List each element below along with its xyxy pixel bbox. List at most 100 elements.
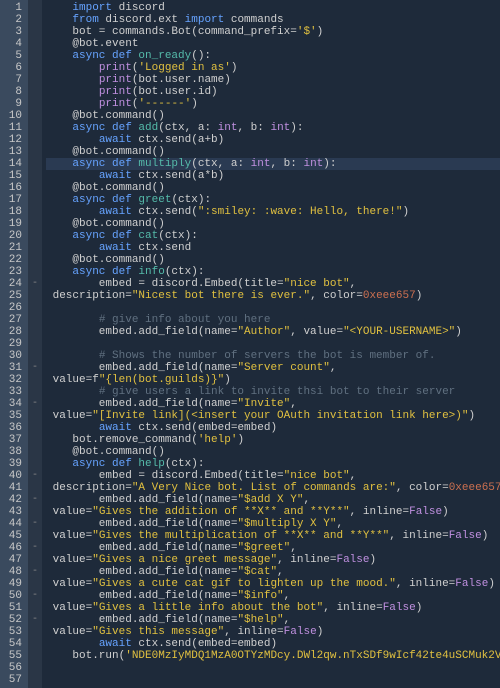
code-line[interactable]: await ctx.send(a+b) xyxy=(46,134,500,146)
code-line[interactable]: description="Nicest bot there is ever.",… xyxy=(46,290,500,302)
fold-marker xyxy=(28,578,42,590)
code-line[interactable]: value="Gives the addition of **X** and *… xyxy=(46,506,500,518)
fold-marker xyxy=(28,662,42,674)
fold-marker[interactable]: - xyxy=(28,494,42,506)
code-line[interactable]: value="Gives a nice greet message", inli… xyxy=(46,554,500,566)
code-line[interactable]: bot = commands.Bot(command_prefix='$') xyxy=(46,26,500,38)
fold-marker xyxy=(28,230,42,242)
line-number: 37 xyxy=(0,434,22,446)
code-line[interactable] xyxy=(46,302,500,314)
line-number: 12 xyxy=(0,134,22,146)
code-line[interactable]: # Shows the number of servers the bot is… xyxy=(46,350,500,362)
fold-marker[interactable]: - xyxy=(28,398,42,410)
fold-marker xyxy=(28,326,42,338)
fold-marker xyxy=(28,506,42,518)
code-line[interactable]: await ctx.send(a*b) xyxy=(46,170,500,182)
code-line[interactable]: async def greet(ctx): xyxy=(46,194,500,206)
line-number: 48 xyxy=(0,566,22,578)
code-line[interactable]: import discord xyxy=(46,2,500,14)
code-line[interactable]: @bot.command() xyxy=(46,182,500,194)
code-line[interactable]: @bot.command() xyxy=(46,254,500,266)
line-number: 36 xyxy=(0,422,22,434)
code-line[interactable]: async def info(ctx): xyxy=(46,266,500,278)
code-line[interactable]: embed = discord.Embed(title="nice bot", xyxy=(46,278,500,290)
line-number: 32 xyxy=(0,374,22,386)
code-line[interactable]: embed.add_field(name="Server count", xyxy=(46,362,500,374)
fold-marker[interactable]: - xyxy=(28,362,42,374)
code-line[interactable]: from discord.ext import commands xyxy=(46,14,500,26)
code-line[interactable]: await ctx.send(embed=embed) xyxy=(46,422,500,434)
line-number: 1 xyxy=(0,2,22,14)
code-line[interactable]: @bot.event xyxy=(46,38,500,50)
code-line[interactable]: value="Gives a little info about the bot… xyxy=(46,602,500,614)
fold-marker[interactable]: - xyxy=(28,518,42,530)
line-number: 23 xyxy=(0,266,22,278)
line-number: 9 xyxy=(0,98,22,110)
code-line[interactable]: async def multiply(ctx, a: int, b: int): xyxy=(46,158,500,170)
code-line[interactable]: async def help(ctx): xyxy=(46,458,500,470)
fold-marker xyxy=(28,626,42,638)
code-line[interactable]: @bot.command() xyxy=(46,446,500,458)
code-line[interactable]: value="Gives this message", inline=False… xyxy=(46,626,500,638)
code-line[interactable]: embed = discord.Embed(title="nice bot", xyxy=(46,470,500,482)
fold-marker[interactable]: - xyxy=(28,590,42,602)
code-line[interactable]: bot.run('NDE0MzIyMDQ1MzA0OTYzMDcy.DWl2qw… xyxy=(46,650,500,662)
code-line[interactable]: embed.add_field(name="$info", xyxy=(46,590,500,602)
code-line[interactable]: async def on_ready(): xyxy=(46,50,500,62)
code-line[interactable]: async def add(ctx, a: int, b: int): xyxy=(46,122,500,134)
line-number: 41 xyxy=(0,482,22,494)
code-line[interactable]: # give info about you here xyxy=(46,314,500,326)
fold-marker[interactable]: - xyxy=(28,566,42,578)
fold-marker[interactable]: - xyxy=(28,614,42,626)
code-line[interactable]: embed.add_field(name="$add X Y", xyxy=(46,494,500,506)
code-line[interactable]: @bot.command() xyxy=(46,110,500,122)
code-line[interactable]: await ctx.send(embed=embed) xyxy=(46,638,500,650)
fold-marker xyxy=(28,410,42,422)
line-number: 22 xyxy=(0,254,22,266)
code-line[interactable]: print(bot.user.name) xyxy=(46,74,500,86)
line-number: 5 xyxy=(0,50,22,62)
code-line[interactable]: description="A Very Nice bot. List of co… xyxy=(46,482,500,494)
code-line[interactable] xyxy=(46,338,500,350)
fold-marker[interactable]: - xyxy=(28,278,42,290)
fold-marker xyxy=(28,266,42,278)
line-number: 46 xyxy=(0,542,22,554)
code-line[interactable]: @bot.command() xyxy=(46,218,500,230)
code-line[interactable]: print('Logged in as') xyxy=(46,62,500,74)
code-area[interactable]: import discord from discord.ext import c… xyxy=(42,0,500,688)
code-line[interactable]: value=f"{len(bot.guilds)}") xyxy=(46,374,500,386)
code-line[interactable]: embed.add_field(name="Author", value="<Y… xyxy=(46,326,500,338)
code-line[interactable] xyxy=(46,674,500,686)
fold-marker[interactable]: - xyxy=(28,542,42,554)
line-number: 26 xyxy=(0,302,22,314)
fold-marker[interactable]: - xyxy=(28,470,42,482)
fold-gutter[interactable]: - - - - - - - - - - xyxy=(28,0,42,688)
code-line[interactable]: await ctx.send(":smiley: :wave: Hello, t… xyxy=(46,206,500,218)
line-number: 19 xyxy=(0,218,22,230)
code-line[interactable]: embed.add_field(name="$multiply X Y", xyxy=(46,518,500,530)
code-line[interactable]: embed.add_field(name="$greet", xyxy=(46,542,500,554)
code-line[interactable]: embed.add_field(name="Invite", xyxy=(46,398,500,410)
line-number: 28 xyxy=(0,326,22,338)
code-line[interactable]: @bot.command() xyxy=(46,146,500,158)
fold-marker xyxy=(28,434,42,446)
code-line[interactable]: value="[Invite link](<insert your OAuth … xyxy=(46,410,500,422)
code-line[interactable] xyxy=(46,662,500,674)
code-line[interactable]: await ctx.send xyxy=(46,242,500,254)
line-number: 21 xyxy=(0,242,22,254)
fold-marker xyxy=(28,386,42,398)
code-line[interactable]: # give users a link to invite thsi bot t… xyxy=(46,386,500,398)
code-line[interactable]: value="Gives a cute cat gif to lighten u… xyxy=(46,578,500,590)
line-number: 53 xyxy=(0,626,22,638)
code-line[interactable]: bot.remove_command('help') xyxy=(46,434,500,446)
code-line[interactable]: embed.add_field(name="$help", xyxy=(46,614,500,626)
line-number: 16 xyxy=(0,182,22,194)
code-line[interactable]: print(bot.user.id) xyxy=(46,86,500,98)
code-line[interactable]: embed.add_field(name="$cat", xyxy=(46,566,500,578)
line-number: 17 xyxy=(0,194,22,206)
code-line[interactable]: print('------') xyxy=(46,98,500,110)
code-line[interactable]: async def cat(ctx): xyxy=(46,230,500,242)
code-line[interactable]: value="Gives the multiplication of **X**… xyxy=(46,530,500,542)
fold-marker xyxy=(28,254,42,266)
line-number: 3 xyxy=(0,26,22,38)
